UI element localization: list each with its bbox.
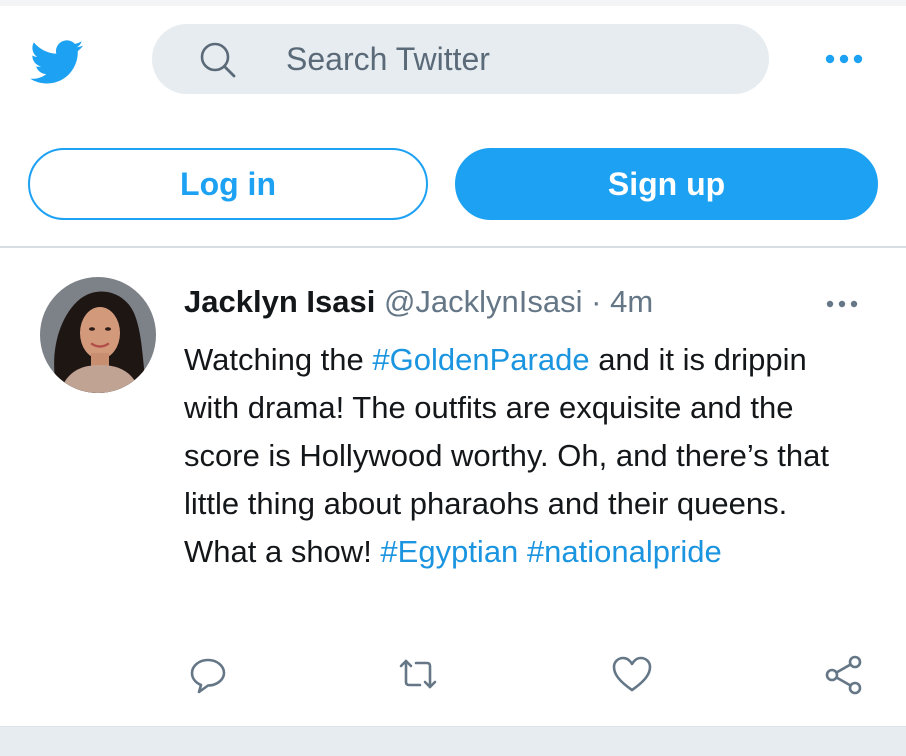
tweet-actions [0,652,906,702]
author-name[interactable]: Jacklyn Isasi [184,284,375,319]
separator: · [591,284,602,319]
retweet-icon[interactable] [396,652,440,696]
tweet-timestamp[interactable]: 4m [610,284,653,319]
tweet-text-part: Watching the [184,342,373,377]
login-button-label: Log in [180,165,276,202]
tweet-header: Jacklyn Isasi @JacklynIsasi · 4m [184,282,653,322]
login-button[interactable]: Log in [28,148,428,220]
bottom-strip [0,726,906,756]
avatar[interactable] [40,277,156,393]
more-horizontal-icon[interactable] [822,292,862,316]
hashtag-link[interactable]: #Egyptian [380,534,518,569]
signup-button-label: Sign up [607,165,726,202]
tweet-text-part [518,534,527,569]
search-input[interactable] [286,24,736,94]
tweet[interactable]: Jacklyn Isasi @JacklynIsasi · 4m Watchin… [0,248,906,726]
hashtag-link[interactable]: #nationalpride [527,534,722,569]
twitter-bird-icon[interactable] [24,34,88,90]
hashtag-link[interactable]: #GoldenParade [372,342,589,377]
search-bar[interactable] [152,24,769,94]
like-icon[interactable] [610,652,654,696]
author-handle[interactable]: @JacklynIsasi [384,284,583,319]
top-bar [0,6,906,116]
reply-icon[interactable] [186,652,230,696]
auth-buttons: Log in Sign up [0,140,906,230]
share-icon[interactable] [822,652,866,696]
search-icon [198,40,238,80]
tweet-text: Watching the #GoldenParade and it is dri… [184,336,864,576]
more-horizontal-icon[interactable] [816,44,872,74]
signup-button[interactable]: Sign up [455,148,878,220]
